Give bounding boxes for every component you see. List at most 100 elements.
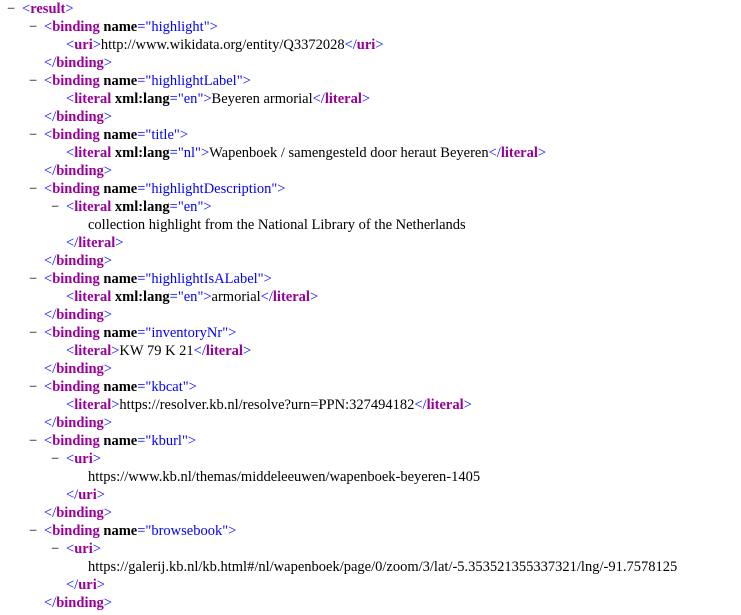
collapse-toggle-icon[interactable]: − [29,522,37,540]
xml-tag-name: literal [74,343,112,359]
xml-node-line: </binding> [44,54,112,72]
xml-punctuation: > [309,289,319,305]
xml-punctuation: "> [222,325,237,341]
xml-punctuation: > [103,595,112,611]
xml-node-line-expanded: − <binding name="kbcat"> [29,378,197,396]
xml-node-line-expanded: − <binding name="browsebook"> [29,522,237,540]
xml-punctuation: "> [197,199,212,215]
xml-punctuation: > [103,307,112,323]
xml-punctuation: =" [137,523,152,539]
xml-attribute-value: en [183,199,198,215]
xml-punctuation: < [66,541,75,557]
xml-node-line: collection highlight from the National L… [88,216,466,234]
xml-punctuation: < [44,523,53,539]
xml-punctuation: =" [137,127,152,143]
xml-tag-name: uri [78,577,97,593]
xml-punctuation: "> [222,523,237,539]
xml-punctuation: </ [344,37,357,53]
xml-text-content: armorial [211,289,261,305]
xml-punctuation: </ [488,145,501,161]
xml-tag-name: literal [426,397,464,413]
xml-punctuation: </ [44,163,57,179]
xml-punctuation: =" [137,181,152,197]
xml-punctuation: < [44,73,53,89]
xml-punctuation: </ [312,91,325,107]
xml-punctuation: </ [193,343,206,359]
xml-attribute-value: en [183,91,198,107]
xml-tag-name: literal [74,199,112,215]
xml-node-line: </binding> [44,360,112,378]
xml-node-line: </binding> [44,594,112,612]
xml-punctuation: > [92,451,101,467]
xml-punctuation: < [44,271,53,287]
xml-attribute-name: name [99,325,138,341]
xml-attribute-name: xml:lang [111,91,170,107]
xml-punctuation: > [96,577,105,593]
xml-attribute-value: kbcat [151,379,183,395]
collapse-toggle-icon[interactable]: − [29,378,37,396]
collapse-toggle-icon[interactable]: − [29,18,37,36]
xml-tag-name: literal [272,289,310,305]
xml-node-line: <literal>https://resolver.kb.nl/resolve?… [66,396,472,414]
collapse-toggle-icon[interactable]: − [29,180,37,198]
xml-node-line-expanded: − <uri> [51,540,101,558]
xml-punctuation: > [92,541,101,557]
xml-punctuation: > [537,145,547,161]
xml-punctuation: < [44,379,53,395]
collapse-toggle-icon[interactable]: − [51,540,59,558]
xml-tag-name: binding [56,55,104,71]
xml-node-line: </binding> [44,252,112,270]
xml-text-content: KW 79 K 21 [119,343,194,359]
collapse-toggle-icon[interactable]: − [29,72,37,90]
xml-attribute-name: name [99,379,138,395]
xml-tag-name: binding [56,595,104,611]
xml-tag-name: literal [205,343,243,359]
collapse-toggle-icon[interactable]: − [51,450,59,468]
xml-punctuation: </ [44,307,57,323]
xml-punctuation: "> [181,433,197,449]
xml-text-content: Beyeren armorial [211,91,313,107]
xml-node-line-expanded: − <binding name="highlight"> [29,18,218,36]
xml-node-line: </uri> [66,576,105,594]
xml-node-line-expanded: − <binding name="highlightDescription"> [29,180,285,198]
collapse-toggle-icon[interactable]: − [29,126,37,144]
xml-punctuation: < [44,127,53,143]
collapse-toggle-icon[interactable]: − [7,0,15,18]
collapse-toggle-icon[interactable]: − [51,198,59,216]
xml-tag-name: binding [52,19,100,35]
xml-tag-name: literal [78,235,116,251]
xml-attribute-value: highlightIsALabel [151,271,258,287]
xml-punctuation: > [103,253,112,269]
xml-punctuation: > [242,343,252,359]
xml-node-line-expanded: − <binding name="title"> [29,126,188,144]
xml-tag-name: binding [52,271,100,287]
collapse-toggle-icon[interactable]: − [29,270,37,288]
xml-tag-name: binding [56,361,104,377]
xml-punctuation: "> [197,289,212,305]
xml-attribute-name: xml:lang [111,145,170,161]
xml-punctuation: > [65,1,74,17]
xml-node-line-expanded: − <binding name="highlightLabel"> [29,72,251,90]
xml-punctuation: </ [66,235,79,251]
xml-tag-name: literal [74,91,112,107]
xml-punctuation: > [103,163,112,179]
xml-text-content: http://www.wikidata.org/entity/Q3372028 [100,37,345,53]
collapse-toggle-icon[interactable]: − [29,324,37,342]
xml-tag-name: binding [56,163,104,179]
xml-punctuation: > [103,55,112,71]
xml-tag-name: binding [56,109,104,125]
xml-punctuation: =" [137,73,152,89]
xml-text-content: Wapenboek / samengesteld door heraut Bey… [209,145,489,161]
xml-node-line: https://www.kb.nl/themas/middeleeuwen/wa… [88,468,480,486]
xml-node-line: </binding> [44,162,112,180]
collapse-toggle-icon[interactable]: − [29,432,37,450]
xml-node-line-expanded: − <binding name="kburl"> [29,432,197,450]
xml-punctuation: =" [137,433,152,449]
xml-tag-name: binding [52,73,100,89]
xml-punctuation: "> [182,379,197,395]
xml-tag-name: binding [52,523,100,539]
xml-node-line: </literal> [66,234,123,252]
xml-tag-name: binding [56,253,104,269]
xml-attribute-value: highlightLabel [151,73,237,89]
xml-attribute-name: name [99,181,138,197]
